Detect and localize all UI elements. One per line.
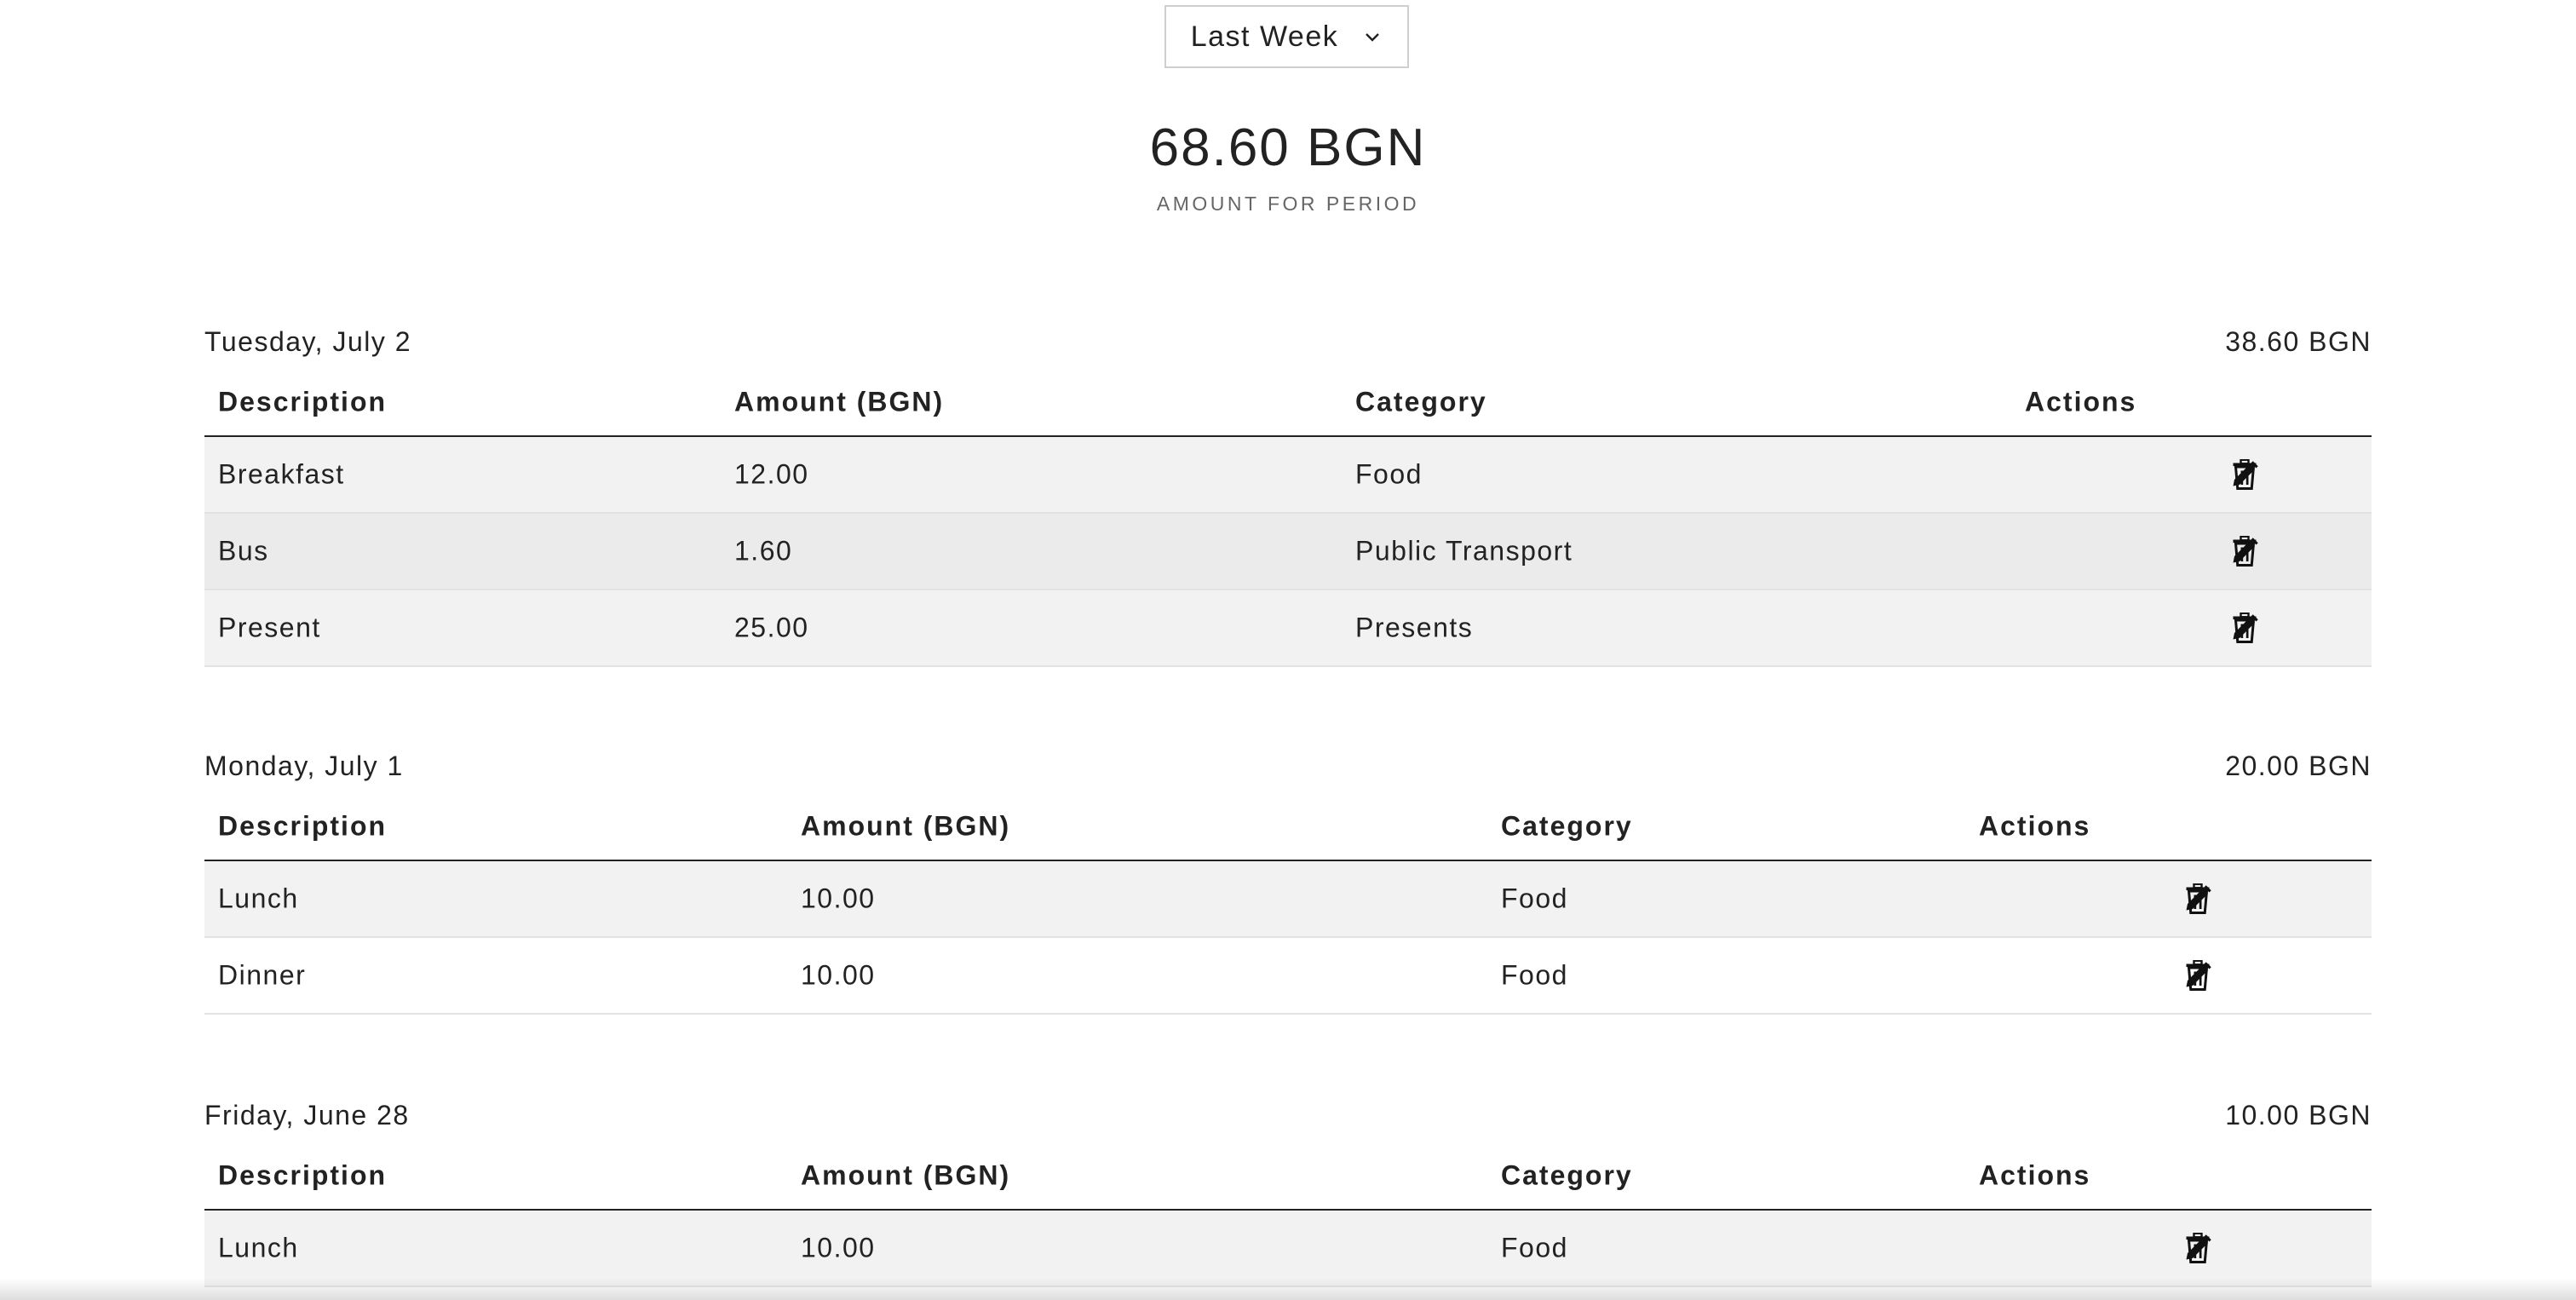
- column-header-category: Category: [1501, 810, 1633, 842]
- column-header-category: Category: [1501, 1159, 1633, 1191]
- column-header-actions: Actions: [1979, 810, 2091, 842]
- trash-icon: [2233, 536, 2257, 567]
- column-header-category: Category: [1355, 386, 1487, 417]
- table-row: Lunch 10.00 Food: [204, 1211, 2372, 1287]
- table-row: Present 25.00 Presents: [204, 590, 2372, 667]
- cell-description: Dinner: [218, 959, 307, 991]
- cell-category: Food: [1501, 959, 1568, 991]
- table-header: Description Amount (BGN) Category Action…: [204, 1142, 2372, 1211]
- delete-button[interactable]: [2228, 535, 2261, 567]
- table-row: Dinner 10.00 Food: [204, 938, 2372, 1015]
- cell-amount: 10.00: [801, 959, 876, 991]
- period-select-value: Last Week: [1190, 20, 1339, 53]
- column-header-description: Description: [218, 1159, 388, 1191]
- trash-icon: [2233, 459, 2257, 490]
- cell-amount: 10.00: [801, 883, 876, 914]
- expenses-table: Description Amount (BGN) Category Action…: [204, 1142, 2372, 1287]
- day-header: Tuesday, July 2 38.60 BGN: [204, 326, 2372, 369]
- cell-category: Food: [1501, 1232, 1568, 1263]
- window-bottom-edge: [0, 1278, 2576, 1300]
- day-title: Friday, June 28: [204, 1100, 410, 1130]
- column-header-description: Description: [218, 810, 388, 842]
- day-header: Monday, July 1 20.00 BGN: [204, 751, 2372, 793]
- cell-category: Food: [1501, 883, 1568, 914]
- period-select[interactable]: Last Week: [1164, 5, 1409, 68]
- cell-amount: 10.00: [801, 1232, 876, 1263]
- day-group: Tuesday, July 2 38.60 BGN Description Am…: [204, 326, 2372, 667]
- delete-button[interactable]: [2182, 959, 2214, 992]
- cell-category: Public Transport: [1355, 535, 1573, 567]
- day-header: Friday, June 28 10.00 BGN: [204, 1100, 2372, 1142]
- delete-button[interactable]: [2228, 458, 2261, 491]
- column-header-description: Description: [218, 386, 388, 417]
- day-title: Tuesday, July 2: [204, 326, 412, 357]
- trash-icon: [2186, 883, 2210, 914]
- cell-category: Presents: [1355, 612, 1474, 643]
- table-row: Bus 1.60 Public Transport: [204, 514, 2372, 590]
- cell-description: Lunch: [218, 883, 299, 914]
- cell-description: Breakfast: [218, 458, 345, 490]
- cell-category: Food: [1355, 458, 1423, 490]
- column-header-actions: Actions: [2025, 386, 2137, 417]
- table-row: Breakfast 12.00 Food: [204, 437, 2372, 514]
- column-header-amount: Amount (BGN): [801, 1159, 1011, 1191]
- trash-icon: [2233, 613, 2257, 643]
- cell-description: Lunch: [218, 1232, 299, 1263]
- table-header: Description Amount (BGN) Category Action…: [204, 369, 2372, 437]
- cell-description: Present: [218, 612, 321, 643]
- cell-amount: 12.00: [734, 458, 809, 490]
- cell-description: Bus: [218, 535, 269, 567]
- expenses-table: Description Amount (BGN) Category Action…: [204, 793, 2372, 1015]
- day-total: 10.00 BGN: [2225, 1100, 2372, 1130]
- delete-button[interactable]: [2228, 612, 2261, 644]
- column-header-amount: Amount (BGN): [734, 386, 945, 417]
- column-header-amount: Amount (BGN): [801, 810, 1011, 842]
- delete-button[interactable]: [2182, 1232, 2214, 1264]
- period-total-amount: 68.60 BGN: [1149, 118, 1427, 177]
- table-row: Lunch 10.00 Food: [204, 861, 2372, 938]
- day-group: Monday, July 1 20.00 BGN Description Amo…: [204, 751, 2372, 1015]
- day-total: 20.00 BGN: [2225, 751, 2372, 781]
- trash-icon: [2186, 960, 2210, 991]
- table-header: Description Amount (BGN) Category Action…: [204, 793, 2372, 861]
- chevron-down-icon: [1366, 33, 1380, 42]
- day-group: Friday, June 28 10.00 BGN Description Am…: [204, 1100, 2372, 1287]
- day-total: 38.60 BGN: [2225, 326, 2372, 357]
- trash-icon: [2186, 1233, 2210, 1263]
- cell-amount: 25.00: [734, 612, 809, 643]
- cell-amount: 1.60: [734, 535, 793, 567]
- delete-button[interactable]: [2182, 883, 2214, 915]
- expenses-table: Description Amount (BGN) Category Action…: [204, 369, 2372, 667]
- column-header-actions: Actions: [1979, 1159, 2091, 1191]
- period-total-label: AMOUNT FOR PERIOD: [1156, 193, 1420, 215]
- day-title: Monday, July 1: [204, 751, 404, 781]
